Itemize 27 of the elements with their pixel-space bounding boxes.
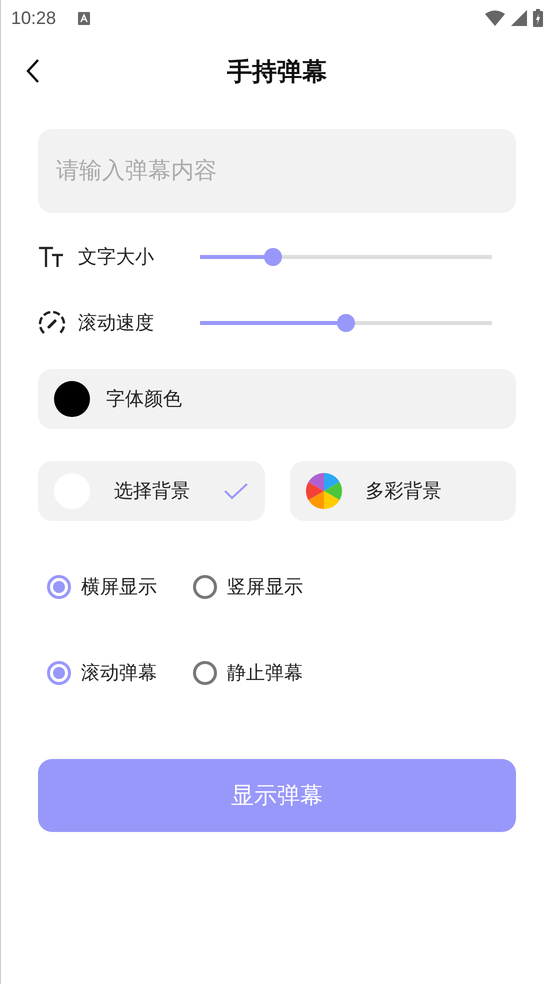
speedometer-icon (38, 310, 66, 336)
font-color-card[interactable]: 字体颜色 (38, 369, 516, 429)
radio-option[interactable]: 竖屏显示 (193, 574, 303, 600)
slider-label: 文字大小 (78, 245, 155, 270)
wifi-icon (485, 10, 505, 26)
background-label: 选择背景 (113, 479, 191, 504)
danmaku-input-field[interactable]: 请输入弹幕内容 (38, 129, 516, 213)
font-color-label: 字体颜色 (106, 387, 182, 412)
text-size-icon (38, 246, 66, 268)
back-icon[interactable] (26, 58, 40, 84)
radio-option[interactable]: 静止弹幕 (193, 660, 303, 686)
page-title: 手持弹幕 (227, 56, 327, 88)
battery-icon (533, 9, 543, 27)
slider-label: 滚动速度 (78, 311, 155, 336)
rainbow-circle-icon (306, 473, 342, 509)
status-time: 10:28 (11, 8, 56, 28)
background-label: 多彩背景 (364, 479, 442, 504)
background-option[interactable]: 选择背景 (38, 461, 264, 521)
radio-label: 横屏显示 (81, 575, 157, 600)
radio-label: 静止弹幕 (227, 661, 303, 686)
radio-option[interactable]: 横屏显示 (47, 574, 157, 600)
radio-label: 滚动弹幕 (81, 661, 157, 686)
radio-label: 竖屏显示 (227, 575, 303, 600)
signal-icon (511, 10, 527, 26)
background-option[interactable]: 多彩背景 (290, 461, 516, 521)
keyboard-icon (78, 12, 90, 24)
radio-option[interactable]: 滚动弹幕 (47, 660, 157, 686)
